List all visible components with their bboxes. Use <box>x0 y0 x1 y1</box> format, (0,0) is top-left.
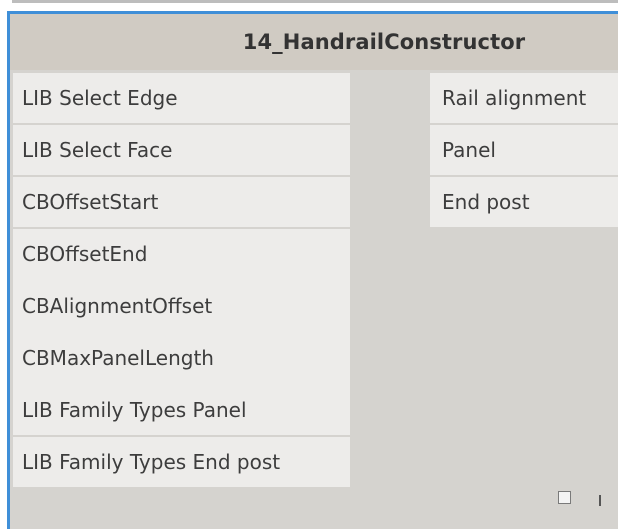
input-port-lib-family-types-end-post[interactable]: LIB Family Types End post <box>13 437 350 487</box>
input-port-label: LIB Family Types End post <box>22 450 281 474</box>
input-port-lib-select-edge[interactable]: LIB Select Edge <box>13 73 350 123</box>
output-port-end-post[interactable]: End post <box>430 177 618 227</box>
input-port-label: CBOffsetStart <box>22 190 159 214</box>
input-port-label: CBMaxPanelLength <box>22 346 214 370</box>
node-title-text: 14_HandrailConstructor <box>242 30 526 54</box>
input-port-label: CBOffsetEnd <box>22 242 148 266</box>
preview-checkbox-icon[interactable] <box>558 491 571 504</box>
node-title[interactable]: 14_HandrailConstructor <box>10 14 618 70</box>
input-port-cb-alignment-offset[interactable]: CBAlignmentOffset <box>13 281 350 331</box>
custom-node[interactable]: 14_HandrailConstructor LIB Select Edge L… <box>7 11 618 529</box>
input-port-cb-offset-start[interactable]: CBOffsetStart <box>13 177 350 227</box>
input-port-lib-select-face[interactable]: LIB Select Face <box>13 125 350 175</box>
output-port-label: Rail alignment <box>442 86 587 110</box>
input-port-label: LIB Select Face <box>22 138 173 162</box>
output-port-label: Panel <box>442 138 496 162</box>
input-port-label: LIB Family Types Panel <box>22 398 247 422</box>
input-port-label: CBAlignmentOffset <box>22 294 213 318</box>
input-port-cb-offset-end[interactable]: CBOffsetEnd <box>13 229 350 279</box>
output-port-rail-alignment[interactable]: Rail alignment <box>430 73 618 123</box>
lacing-indicator-icon <box>599 495 601 506</box>
input-port-lib-family-types-panel[interactable]: LIB Family Types Panel <box>13 385 350 435</box>
node-shadow <box>12 0 618 3</box>
input-port-cb-max-panel-length[interactable]: CBMaxPanelLength <box>13 333 350 383</box>
output-port-panel[interactable]: Panel <box>430 125 618 175</box>
input-port-label: LIB Select Edge <box>22 86 178 110</box>
output-port-label: End post <box>442 190 530 214</box>
